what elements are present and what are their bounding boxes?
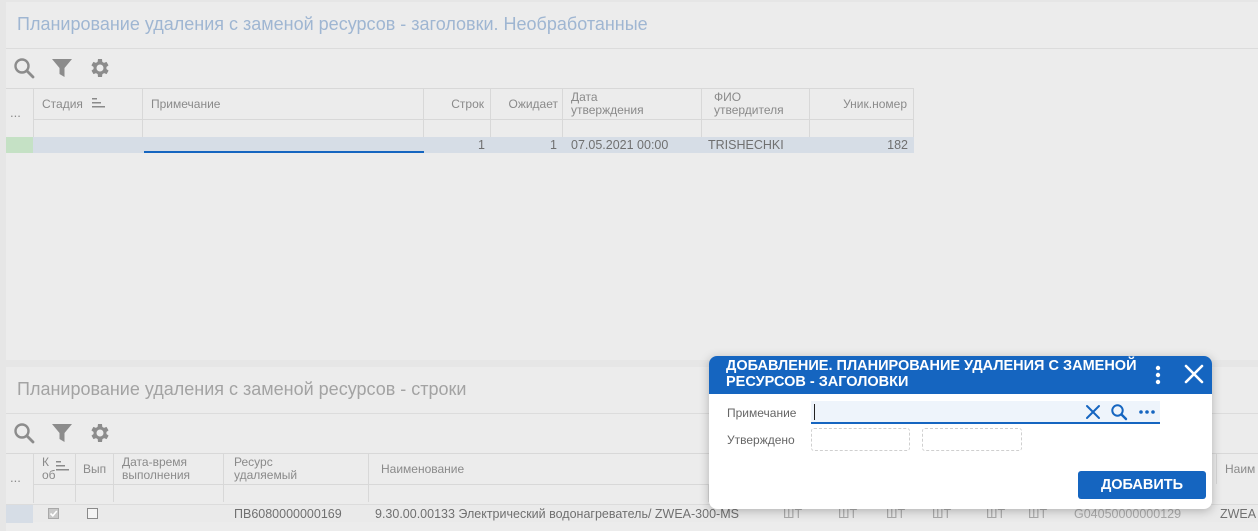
dialog-header: ДОБАВЛЕНИЕ. ПЛАНИРОВАНИЕ УДАЛЕНИЯ С ЗАМЕ… (709, 356, 1212, 394)
cell-name[interactable]: 9.30.00.00133 Электрический водонагреват… (369, 506, 773, 522)
filter-icon[interactable] (50, 56, 74, 80)
filter-cell[interactable] (491, 119, 563, 137)
column-header-name[interactable]: Наименование (369, 453, 709, 484)
search-icon[interactable] (12, 421, 36, 445)
approved-time-field[interactable] (922, 428, 1022, 451)
ellipsis-icon[interactable] (1138, 403, 1156, 421)
filter-cell[interactable] (143, 119, 424, 137)
cell-unique-number[interactable]: 182 (810, 137, 914, 153)
column-header-k[interactable]: К об (34, 453, 76, 484)
add-button[interactable]: ДОБАВИТЬ (1078, 471, 1206, 499)
column-dt-line2: выполнения (122, 468, 191, 482)
filter-cell[interactable] (114, 484, 224, 502)
search-icon[interactable] (1110, 403, 1128, 421)
checkbox-done[interactable] (87, 508, 98, 519)
cell-approval-date[interactable]: 07.05.2021 00:00 (565, 137, 702, 153)
gear-icon[interactable] (88, 56, 112, 80)
filter-cell[interactable] (224, 484, 369, 502)
sort-icon[interactable] (56, 461, 70, 471)
active-cell-underline (144, 151, 424, 153)
cell-waiting[interactable]: 1 (491, 137, 563, 153)
cell-resource[interactable]: ПВ6080000000169 (224, 506, 369, 522)
approved-date-field[interactable] (811, 428, 910, 451)
add-dialog: ДОБАВЛЕНИЕ. ПЛАНИРОВАНИЕ УДАЛЕНИЯ С ЗАМЕ… (709, 356, 1212, 509)
column-stage-label: Стадия (42, 97, 83, 111)
column-res-line2: удаляемый (234, 468, 298, 482)
toolbar (12, 420, 112, 446)
dialog-title: ДОБАВЛЕНИЕ. ПЛАНИРОВАНИЕ УДАЛЕНИЯ С ЗАМЕ… (726, 358, 1137, 390)
filter-cell[interactable] (34, 119, 143, 137)
column-header-approver[interactable]: ФИО утвердителя (702, 88, 810, 119)
filter-cell[interactable] (34, 484, 76, 502)
column-header-approval-date[interactable]: Дата утверждения (563, 88, 702, 119)
columns-menu-button[interactable]: ... (6, 88, 34, 138)
filter-cell[interactable] (563, 119, 702, 137)
search-icon[interactable] (12, 56, 36, 80)
headers-panel: Планирование удаления с заменой ресурсов… (6, 2, 1258, 360)
checkbox-k[interactable] (48, 508, 59, 519)
cell-approver[interactable]: TRISHECHKI (702, 137, 810, 153)
column-header-resource[interactable]: Ресурс удаляемый (224, 453, 369, 484)
table-row[interactable]: 1 1 07.05.2021 00:00 TRISHECHKI 182 (6, 137, 914, 153)
column-header-rows[interactable]: Строк (424, 88, 491, 119)
columns-menu-button[interactable]: ... (6, 453, 34, 503)
divider (6, 48, 1258, 49)
column-header-stage[interactable]: Стадия (34, 88, 143, 119)
filter-icon[interactable] (50, 421, 74, 445)
column-header-waiting[interactable]: Ожидает (491, 88, 563, 119)
gear-icon[interactable] (88, 421, 112, 445)
cell-rows[interactable]: 1 (424, 137, 491, 153)
toolbar (12, 55, 112, 81)
clear-icon[interactable] (1084, 403, 1102, 421)
filter-cell[interactable] (810, 119, 914, 137)
filter-cell[interactable] (424, 119, 491, 137)
column-header-done[interactable]: Вып (76, 453, 114, 484)
text-caret (814, 404, 815, 420)
note-input[interactable] (811, 401, 1160, 424)
row-marker (6, 137, 33, 153)
column-fio-line2: утвердителя (714, 103, 784, 117)
sort-icon[interactable] (92, 98, 106, 108)
column-header-name-2[interactable]: Наим (1216, 453, 1258, 484)
column-header-unique-number[interactable]: Уник.номер (810, 88, 914, 119)
note-label: Примечание (727, 406, 797, 420)
more-vert-icon[interactable] (1148, 364, 1168, 386)
cell-name-2[interactable]: ZWEA (1214, 506, 1258, 522)
panel-title: Планирование удаления с заменой ресурсов… (17, 379, 467, 399)
panel-title: Планирование удаления с заменой ресурсов… (17, 14, 648, 34)
filter-cell[interactable] (76, 484, 114, 502)
approved-label: Утверждено (727, 433, 795, 447)
column-header-note[interactable]: Примечание (143, 88, 424, 119)
column-date-line2: утверждения (571, 103, 644, 117)
row-marker (6, 505, 33, 523)
column-header-exec-datetime[interactable]: Дата-время выполнения (114, 453, 224, 484)
close-icon[interactable] (1183, 363, 1205, 385)
filter-cell[interactable] (369, 484, 709, 502)
filter-cell[interactable] (702, 119, 810, 137)
